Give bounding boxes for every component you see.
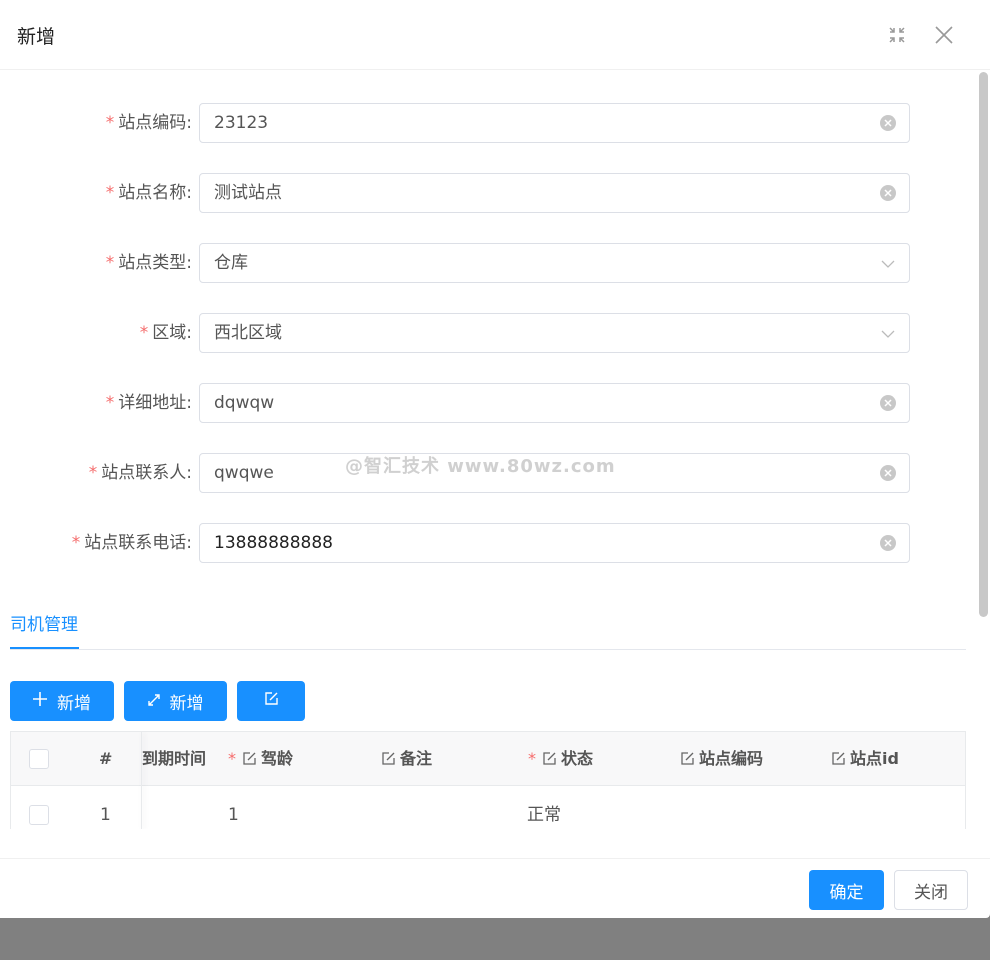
edit-icon bbox=[243, 752, 256, 765]
edit-icon bbox=[681, 752, 694, 765]
add-button[interactable]: 新增 bbox=[10, 681, 114, 721]
cell-status[interactable]: 正常 bbox=[527, 786, 561, 829]
field-label: * 站点联系人: bbox=[88, 463, 192, 483]
field-label: * 站点编码: bbox=[105, 113, 192, 133]
row-checkbox[interactable] bbox=[29, 805, 49, 825]
form-row-region: * 区域: 西北区域 bbox=[0, 313, 910, 353]
select-all-checkbox[interactable] bbox=[29, 749, 49, 769]
dialog: 新增 * 站点编码: 23123 * 站点名称: 测试站点 * 站点类型: 仓库… bbox=[0, 0, 990, 918]
tab-bar: 司机管理 bbox=[10, 600, 966, 650]
phone-input[interactable]: 13888888888 bbox=[199, 523, 910, 563]
chevron-down-icon[interactable] bbox=[880, 326, 896, 342]
col-site-id[interactable]: 站点id bbox=[831, 732, 899, 786]
field-label: * 站点类型: bbox=[105, 253, 192, 273]
col-status[interactable]: * 状态 bbox=[528, 732, 593, 786]
edit-icon bbox=[264, 691, 279, 711]
chevron-down-icon[interactable] bbox=[880, 256, 896, 272]
field-label: * 站点联系电话: bbox=[71, 533, 192, 553]
dialog-header: 新增 bbox=[0, 0, 990, 70]
field-label: * 站点名称: bbox=[105, 183, 192, 203]
field-label: * 详细地址: bbox=[105, 393, 192, 413]
field-label: * 区域: bbox=[139, 323, 192, 343]
clear-icon[interactable] bbox=[880, 115, 896, 131]
col-site-code[interactable]: 站点编码 bbox=[680, 732, 763, 786]
col-driving-age[interactable]: * 驾龄 bbox=[228, 732, 293, 786]
edit-button[interactable] bbox=[237, 681, 305, 721]
address-input[interactable]: dqwqw bbox=[199, 383, 910, 423]
form-row-phone: * 站点联系电话: 13888888888 bbox=[0, 523, 910, 563]
cell-driving-age[interactable]: 1 bbox=[228, 786, 239, 829]
scrollbar[interactable] bbox=[979, 72, 988, 617]
tab-active-indicator bbox=[10, 647, 79, 649]
col-index: # bbox=[99, 749, 113, 768]
fullscreen-icon[interactable] bbox=[886, 24, 908, 46]
site-type-select[interactable]: 仓库 bbox=[199, 243, 910, 283]
col-expire[interactable]: 到期时间 bbox=[142, 732, 206, 786]
close-button[interactable]: 关闭 bbox=[894, 870, 968, 910]
dialog-footer: 确定 关闭 bbox=[0, 858, 990, 918]
region-select[interactable]: 西北区域 bbox=[199, 313, 910, 353]
expand-icon bbox=[147, 691, 160, 711]
form-row-address: * 详细地址: dqwqw bbox=[0, 383, 910, 423]
clear-icon[interactable] bbox=[880, 535, 896, 551]
table-header: # 到期时间 * 驾龄 备注 * 状态 站点编码 站点id bbox=[11, 732, 965, 786]
form-row-site-name: * 站点名称: 测试站点 bbox=[0, 173, 910, 213]
edit-icon bbox=[382, 752, 395, 765]
edit-icon bbox=[832, 752, 845, 765]
plus-icon bbox=[33, 691, 47, 711]
clear-icon[interactable] bbox=[880, 465, 896, 481]
form-row-site-code: * 站点编码: 23123 bbox=[0, 103, 910, 143]
form-row-site-type: * 站点类型: 仓库 bbox=[0, 243, 910, 283]
fixed-column-divider bbox=[141, 732, 142, 829]
confirm-button[interactable]: 确定 bbox=[809, 870, 884, 910]
table-row[interactable]: 1 1 正常 bbox=[11, 786, 965, 829]
tab-driver-management[interactable]: 司机管理 bbox=[10, 610, 78, 635]
col-remark[interactable]: 备注 bbox=[381, 732, 432, 786]
site-name-input[interactable]: 测试站点 bbox=[199, 173, 910, 213]
row-index: 1 bbox=[100, 805, 111, 825]
clear-icon[interactable] bbox=[880, 185, 896, 201]
site-code-input[interactable]: 23123 bbox=[199, 103, 910, 143]
fullscreen-add-button[interactable]: 新增 bbox=[124, 681, 227, 721]
close-icon[interactable] bbox=[933, 24, 955, 46]
edit-icon bbox=[543, 752, 556, 765]
watermark: @智汇技术 www.80wz.com bbox=[345, 456, 616, 477]
clear-icon[interactable] bbox=[880, 395, 896, 411]
dialog-title: 新增 bbox=[17, 26, 56, 48]
driver-table: # 到期时间 * 驾龄 备注 * 状态 站点编码 站点id 1 1 正常 bbox=[10, 731, 966, 829]
